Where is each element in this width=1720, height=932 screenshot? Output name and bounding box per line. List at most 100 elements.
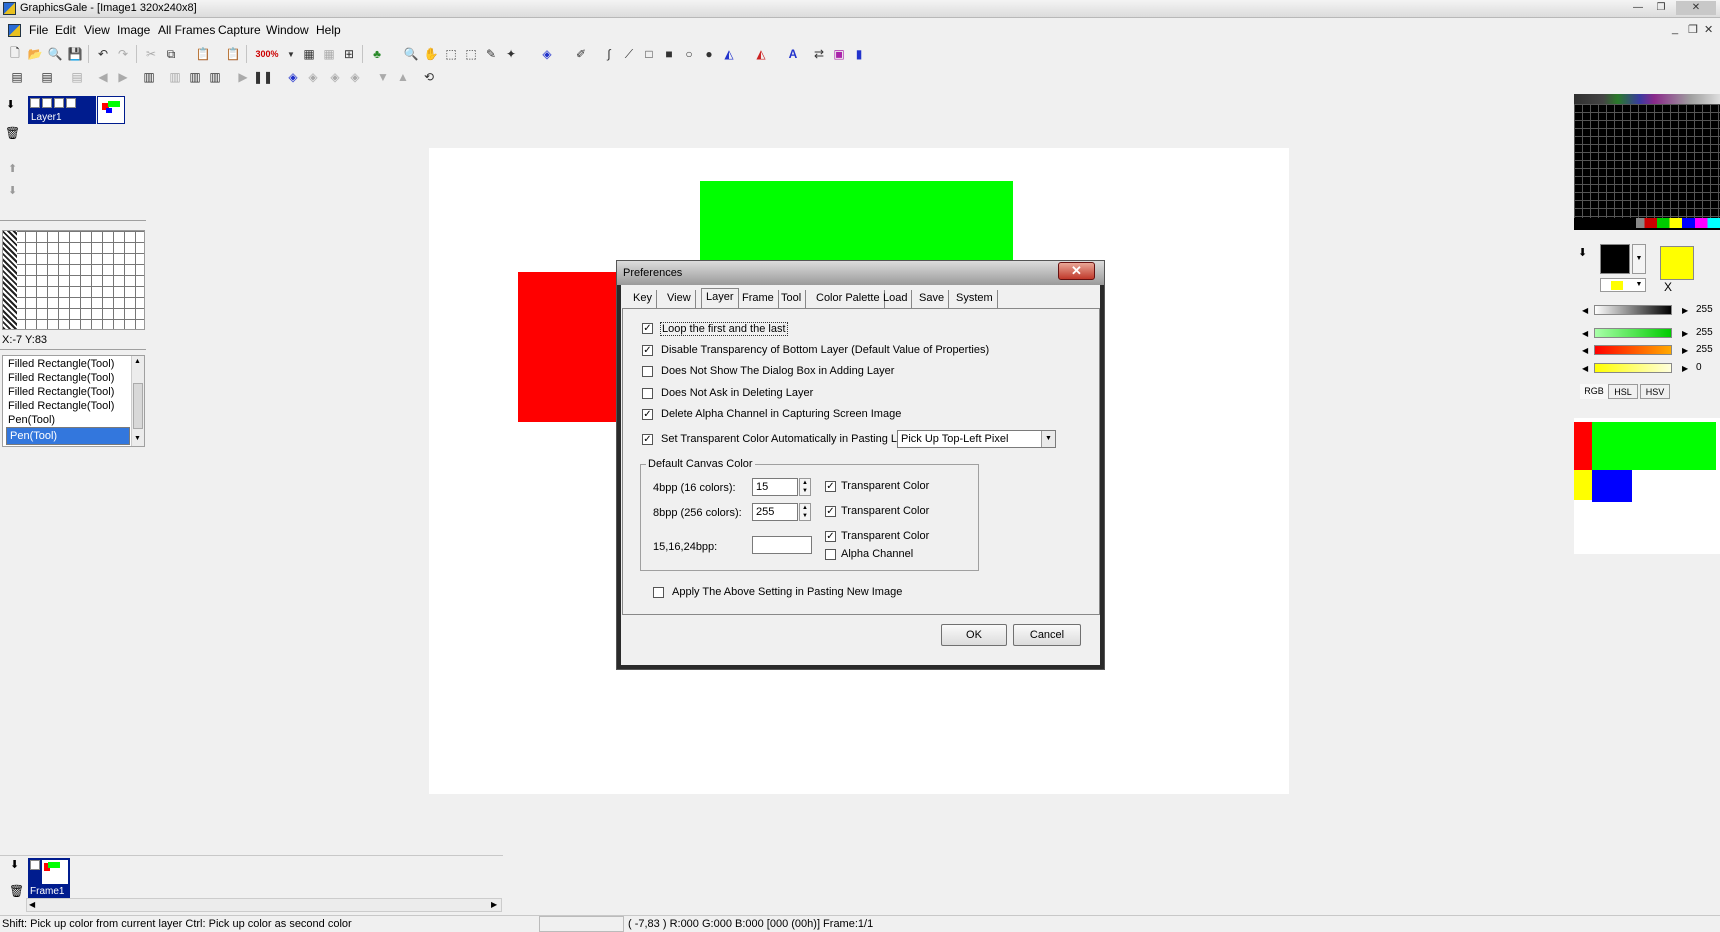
layer2-icon[interactable]: ◈ [304,68,322,86]
frame-add-icon[interactable]: ▤ [8,68,26,86]
ellipse-icon[interactable]: ○ [680,45,698,63]
filled-ellipse-icon[interactable]: ● [700,45,718,63]
trash-icon[interactable]: 🗑 [5,126,20,140]
frame-icon[interactable]: ▣ [830,45,848,63]
frame-copy3-icon[interactable]: ▥ [186,68,204,86]
bpp4-input[interactable]: 15 [752,478,798,496]
apply-pasting-checkbox[interactable] [653,587,664,598]
layer-down-icon[interactable]: ⬇ [8,184,17,197]
foreground-color-swatch[interactable] [1660,246,1694,280]
text-tool-icon[interactable]: A [784,45,802,63]
menu-view[interactable]: View [84,23,110,37]
tab-hsl[interactable]: HSL [1608,384,1638,399]
paste-special-icon[interactable]: 📋 [224,45,242,63]
select-rect-icon[interactable]: ⬚ [442,45,460,63]
tab-rgb[interactable]: RGB [1580,384,1608,399]
save-icon[interactable]: 💾 [66,45,84,63]
list-item-selected[interactable]: Pen(Tool) [6,427,130,445]
menu-capture[interactable]: Capture [218,23,261,37]
delete-alpha-checkbox[interactable]: ✓ [642,409,653,420]
menu-help[interactable]: Help [316,23,341,37]
transform-icon[interactable]: ◈ [538,45,556,63]
prev-frame-icon[interactable]: ◀ [94,68,112,86]
mdi-close-icon[interactable]: ✕ [1704,23,1713,36]
tab-frame[interactable]: Frame [738,290,779,308]
tab-tool[interactable]: Tool [777,290,807,308]
slider-left-icon[interactable]: ◀ [1582,346,1588,355]
open-icon[interactable]: 📂 [26,45,44,63]
frame-copy-icon[interactable]: ▥ [140,68,158,86]
chevron-down-icon[interactable]: ▼ [1041,431,1055,447]
frame-add-icon[interactable]: ⬇ [10,858,19,871]
paste-mode-select[interactable]: Pick Up Top-Left Pixel ▼ [897,430,1056,448]
bpp8-input[interactable]: 255 [752,503,798,521]
grid-icon[interactable]: ▦ [300,45,318,63]
gray-slider[interactable] [1594,305,1672,315]
next-frame-icon[interactable]: ▶ [114,68,132,86]
slider-right-icon[interactable]: ▶ [1682,329,1688,338]
play-icon[interactable]: ▶ [234,68,252,86]
tab-layer[interactable]: Layer [701,288,739,309]
slider-right-icon[interactable]: ▶ [1682,346,1688,355]
list-item[interactable]: Filled Rectangle(Tool) [6,385,130,399]
paste-icon[interactable]: 📋 [194,45,212,63]
r-slider[interactable] [1594,328,1672,338]
line-icon[interactable]: ⟋ [620,45,638,63]
layer-add-icon[interactable]: ⬇ [6,98,15,111]
bpp24-transparent-checkbox[interactable]: ✓ [825,531,836,542]
palette-grid[interactable] [1574,94,1720,230]
menu-all-frames[interactable]: All Frames [158,23,215,37]
scroll-down-icon[interactable]: ▼ [134,435,141,442]
redo-icon[interactable]: ↷ [114,45,132,63]
no-ask-deleting-checkbox[interactable] [642,388,653,399]
mdi-minimize-icon[interactable]: _ [1672,23,1678,35]
tab-color-palette[interactable]: Color Palette [812,290,885,308]
list-item[interactable]: Filled Rectangle(Tool) [6,357,130,371]
disable-transparency-checkbox[interactable]: ✓ [642,345,653,356]
history-scrollbar[interactable]: ▲ ▼ [131,356,144,446]
zoom-dropdown-icon[interactable]: ▼ [282,45,300,63]
slider-left-icon[interactable]: ◀ [1582,329,1588,338]
chevron-down-icon[interactable]: ▼ [1633,279,1645,291]
cancel-button[interactable]: Cancel [1013,624,1081,646]
animation-icon[interactable]: ♣ [368,45,386,63]
layer3-icon[interactable]: ◈ [326,68,344,86]
menu-window[interactable]: Window [266,23,309,37]
bpp4-transparent-checkbox[interactable]: ✓ [825,481,836,492]
move-down-icon[interactable]: ▼ [374,68,392,86]
close-icon[interactable]: ✕ [1676,1,1716,15]
frame-delete-icon[interactable]: ▤ [68,68,86,86]
frame-item[interactable]: Frame1 [28,858,70,898]
bpp24-color-swatch[interactable] [752,536,812,554]
no-dialog-adding-checkbox[interactable] [642,366,653,377]
pipette-icon[interactable]: ▮ [850,45,868,63]
scroll-left-icon[interactable]: ◀ [29,900,35,909]
chevron-down-icon[interactable]: ▼ [1632,244,1646,274]
frame-scrollbar[interactable]: ◀ ▶ [26,898,502,912]
move-up-icon[interactable]: ▲ [394,68,412,86]
maximize-icon[interactable]: ❐ [1651,1,1671,15]
layer4-icon[interactable]: ◈ [346,68,364,86]
new-icon[interactable]: 🗋 [6,45,24,63]
pen-tool-icon[interactable]: ✐ [572,45,590,63]
history-list[interactable]: Filled Rectangle(Tool) Filled Rectangle(… [2,355,145,447]
slider-left-icon[interactable]: ◀ [1582,306,1588,315]
tab-save[interactable]: Save [915,290,950,308]
picker-icon[interactable]: ⇄ [810,45,828,63]
zoom-tool-icon[interactable]: 🔍 [402,45,420,63]
alpha-channel-checkbox[interactable] [825,549,836,560]
slider-right-icon[interactable]: ▶ [1682,306,1688,315]
select-free-icon[interactable]: ⬚ [462,45,480,63]
brush-icon[interactable]: ∫ [600,45,618,63]
menu-edit[interactable]: Edit [55,23,76,37]
frame-copy2-icon[interactable]: ▥ [166,68,184,86]
rectangle-icon[interactable]: □ [640,45,658,63]
tab-view[interactable]: View [663,290,696,308]
slider-left-icon[interactable]: ◀ [1582,364,1588,373]
cut-icon[interactable]: ✂ [142,45,160,63]
undo-icon[interactable]: ↶ [94,45,112,63]
layer-settings-icon[interactable]: ⟲ [420,68,438,86]
gradient-icon[interactable]: ◭ [752,45,770,63]
grid2-icon[interactable]: ▦ [320,45,338,63]
layer-icon[interactable]: ◈ [284,68,302,86]
